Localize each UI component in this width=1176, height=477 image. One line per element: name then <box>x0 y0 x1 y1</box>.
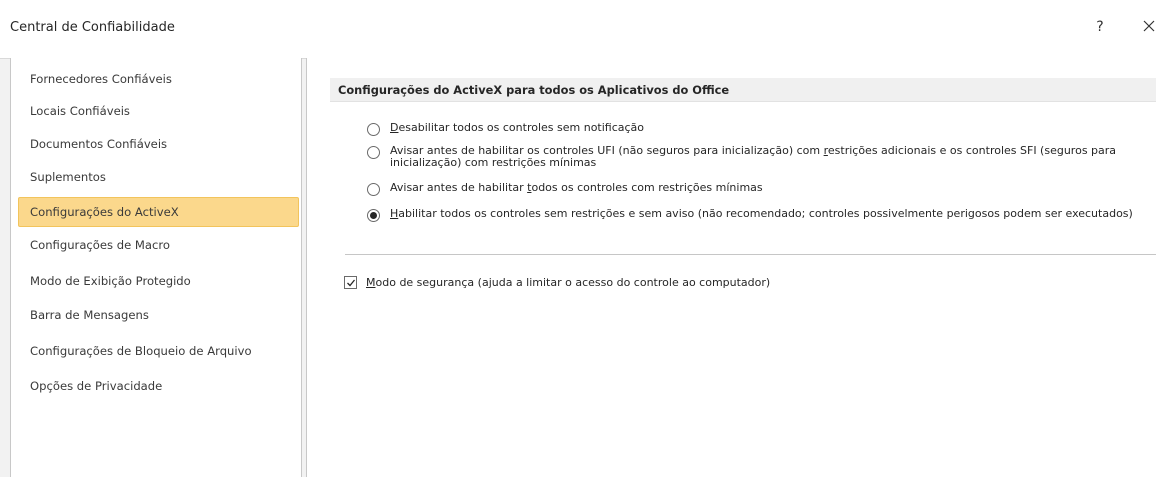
sidebar-item-suplementos[interactable]: Suplementos <box>18 162 299 192</box>
radio-button[interactable] <box>367 146 380 159</box>
label-text: odo de segurança (ajuda a limitar o aces… <box>375 276 771 289</box>
radio-button[interactable] <box>367 123 380 136</box>
sidebar-item-configuracoes-macro[interactable]: Configurações de Macro <box>18 230 299 260</box>
access-key: M <box>366 276 376 289</box>
sidebar-item-locais-confiaveis[interactable]: Locais Confiáveis <box>18 96 299 126</box>
sidebar-item-bloqueio-arquivo[interactable]: Configurações de Bloqueio de Arquivo <box>18 336 299 366</box>
label-text: Avisar antes de habilitar <box>390 181 528 194</box>
radio-option-enable-all[interactable]: Habilitar todos os controles sem restriç… <box>367 208 1167 236</box>
main-panel: Configurações do ActiveX para todos os A… <box>306 58 1176 477</box>
radio-option-label: Avisar antes de habilitar todos os contr… <box>390 182 1160 194</box>
checkmark-icon <box>347 279 356 287</box>
label-text: abilitar todos os controles sem restriçõ… <box>398 207 1133 220</box>
sidebar-item-configuracoes-activex[interactable]: Configurações do ActiveX <box>18 197 299 227</box>
dialog-title: Central de Confiabilidade <box>10 20 175 35</box>
safe-mode-label: Modo de segurança (ajuda a limitar o ace… <box>366 276 770 289</box>
trust-center-dialog: Central de Confiabilidade ? Fornecedores… <box>0 0 1176 477</box>
sidebar-item-opcoes-privacidade[interactable]: Opções de Privacidade <box>18 371 299 401</box>
sidebar: Fornecedores Confiáveis Locais Confiávei… <box>10 58 302 477</box>
safe-mode-checkbox[interactable] <box>344 276 357 289</box>
sidebar-item-fornecedores-confiaveis[interactable]: Fornecedores Confiáveis <box>18 64 299 94</box>
sidebar-item-barra-mensagens[interactable]: Barra de Mensagens <box>18 300 299 330</box>
section-header: Configurações do ActiveX para todos os A… <box>330 78 1156 102</box>
safe-mode-option[interactable]: Modo de segurança (ajuda a limitar o ace… <box>344 275 1044 291</box>
help-button[interactable]: ? <box>1090 14 1110 40</box>
label-text: esabilitar todos os controles sem notifi… <box>398 121 645 134</box>
radio-option-label: Desabilitar todos os controles sem notif… <box>390 122 1160 134</box>
radio-option-warn-all[interactable]: Avisar antes de habilitar todos os contr… <box>367 182 1167 198</box>
radio-button-selected[interactable] <box>367 209 380 222</box>
radio-button[interactable] <box>367 183 380 196</box>
sidebar-item-documentos-confiaveis[interactable]: Documentos Confiáveis <box>18 129 299 159</box>
close-icon <box>1143 20 1155 32</box>
divider <box>345 254 1156 255</box>
close-button[interactable] <box>1137 14 1161 40</box>
sidebar-item-modo-exibicao-protegido[interactable]: Modo de Exibição Protegido <box>18 266 299 296</box>
label-text: odos os controles com restrições mínimas <box>531 181 763 194</box>
radio-option-warn-ufi-sfi[interactable]: Avisar antes de habilitar os controles U… <box>367 145 1167 173</box>
title-bar: Central de Confiabilidade ? <box>0 0 1176 59</box>
radio-option-label: Avisar antes de habilitar os controles U… <box>390 145 1160 169</box>
radio-option-disable-all[interactable]: Desabilitar todos os controles sem notif… <box>367 122 1167 138</box>
radio-option-label: Habilitar todos os controles sem restriç… <box>390 208 1160 220</box>
